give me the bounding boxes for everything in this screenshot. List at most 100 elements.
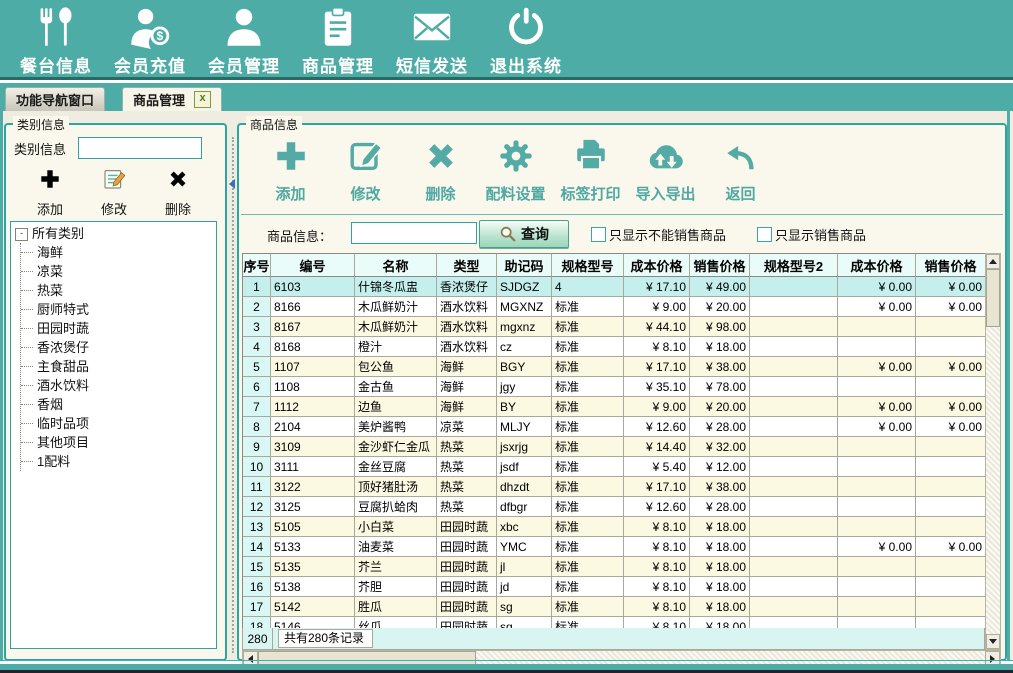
tree-item-category[interactable]: 酒水饮料 — [21, 376, 216, 395]
category-input-label: 类别信息 — [14, 139, 78, 158]
scroll-up-button[interactable] — [986, 254, 1000, 269]
product-search-input[interactable] — [351, 222, 477, 244]
table-cell: MLJY — [497, 417, 552, 437]
table-row[interactable]: 28166木瓜鲜奶汁酒水饮料MGXNZ标准¥ 9.00¥ 20.00¥ 0.00… — [243, 297, 986, 317]
table-cell: xbc — [497, 517, 552, 537]
tab-product-management[interactable]: 商品管理 x — [122, 87, 222, 111]
checkbox-sellable-label: 只显示销售商品 — [775, 225, 866, 244]
table-row[interactable]: 71112边鱼海鲜BY标准¥ 9.00¥ 20.00¥ 0.00¥ 0.00 — [243, 397, 986, 417]
table-cell: ¥ 12.60 — [624, 417, 690, 437]
table-cell — [750, 317, 838, 337]
table-row[interactable]: 82104美炉酱鸭凉菜MLJY标准¥ 12.60¥ 28.00¥ 0.00¥ 0… — [243, 417, 986, 437]
table-cell — [750, 497, 838, 517]
table-row[interactable]: 135105小白菜田园时蔬xbc标准¥ 8.10¥ 18.00 — [243, 517, 986, 537]
tree-item-category[interactable]: 香烟 — [21, 395, 216, 414]
tab-close-icon[interactable]: x — [194, 91, 211, 108]
column-header[interactable]: 编号 — [271, 253, 355, 277]
table-cell: 12 — [243, 497, 271, 517]
table-cell: 标准 — [552, 557, 624, 577]
table-row[interactable]: 175142胜瓜田园时蔬sg标准¥ 8.10¥ 18.00 — [243, 597, 986, 617]
column-header[interactable]: 销售价格 — [690, 253, 750, 277]
app-button-member-recharge[interactable]: $会员充值 — [106, 0, 194, 76]
tree-item-category[interactable]: 田园时蔬 — [21, 319, 216, 338]
product-button-delete[interactable]: 删除 — [403, 133, 478, 211]
table-row[interactable]: 48168橙汁酒水饮料cz标准¥ 8.10¥ 18.00 — [243, 337, 986, 357]
table-cell: ¥ 35.10 — [624, 377, 690, 397]
table-row[interactable]: 123125豆腐扒蛤肉热菜dfbgr标准¥ 12.60¥ 28.00 — [243, 497, 986, 517]
app-button-envelope[interactable]: 短信发送 — [388, 0, 476, 76]
column-header[interactable]: 助记码 — [497, 253, 552, 277]
tree-item-category[interactable]: 热菜 — [21, 281, 216, 300]
table-row[interactable]: 38167木瓜鲜奶汁酒水饮料mgxnz标准¥ 44.10¥ 98.00 — [243, 317, 986, 337]
table-row[interactable]: 16103什锦冬瓜盅香浓煲仔SJDGZ4¥ 17.10¥ 49.00¥ 0.00… — [243, 277, 986, 297]
product-button-import-export[interactable]: 导入导出 — [628, 133, 703, 211]
scroll-down-button[interactable] — [986, 634, 1000, 649]
product-button-gear[interactable]: 配料设置 — [478, 133, 553, 211]
table-row[interactable]: 155135芥兰田园时蔬jl标准¥ 8.10¥ 18.00 — [243, 557, 986, 577]
column-header[interactable]: 序号 — [243, 253, 271, 277]
tab-strip: 功能导航窗口 商品管理 x — [0, 83, 1013, 111]
table-cell: 金沙虾仁金瓜 — [355, 437, 437, 457]
column-header[interactable]: 类型 — [437, 253, 497, 277]
tree-item-category[interactable]: 海鲜 — [21, 243, 216, 262]
table-row[interactable]: 145133油麦菜田园时蔬YMC标准¥ 8.10¥ 18.00¥ 0.00¥ 0… — [243, 537, 986, 557]
table-grid: 序号编号名称类型助记码规格型号成本价格销售价格规格型号2成本价格销售价格 161… — [242, 253, 986, 628]
table-cell: ¥ 0.00 — [838, 397, 916, 417]
app-button-clipboard[interactable]: 商品管理 — [294, 0, 382, 76]
app-button-member[interactable]: 会员管理 — [200, 0, 288, 76]
table-cell — [838, 337, 916, 357]
collapse-panel-arrow-icon[interactable] — [229, 179, 235, 189]
column-header[interactable]: 规格型号 — [552, 253, 624, 277]
table-cell: 什锦冬瓜盅 — [355, 277, 437, 297]
table-cell: ¥ 8.10 — [624, 617, 690, 628]
product-button-edit[interactable]: 修改 — [328, 133, 403, 211]
toolbar-separator — [241, 214, 1003, 215]
checkbox-unsellable[interactable] — [591, 227, 606, 242]
tab-label: 功能导航窗口 — [16, 90, 94, 109]
query-button[interactable]: 查询 — [479, 220, 569, 248]
product-button-printer[interactable]: 标签打印 — [553, 133, 628, 211]
table-row[interactable]: 113122顶好猪肚汤热菜dhzdt标准¥ 17.10¥ 38.00 — [243, 477, 986, 497]
tree-item-category[interactable]: 其他项目 — [21, 433, 216, 452]
table-row[interactable]: 61108金古鱼海鲜jgy标准¥ 35.10¥ 78.00 — [243, 377, 986, 397]
category-button-add[interactable]: 添加 — [24, 167, 76, 218]
button-label: 修改 — [101, 199, 127, 218]
column-header[interactable]: 销售价格 — [916, 253, 986, 277]
category-button-edit-note[interactable]: 修改 — [88, 167, 140, 218]
product-button-return[interactable]: 返回 — [703, 133, 778, 211]
table-row[interactable]: 185146丝瓜田园时蔬sg标准¥ 8.10¥ 18.00 — [243, 617, 986, 628]
tree-item-category[interactable]: 香浓煲仔 — [21, 338, 216, 357]
column-header[interactable]: 成本价格 — [838, 253, 916, 277]
table-row[interactable]: 51107包公鱼海鲜BGY标准¥ 17.10¥ 38.00¥ 0.00¥ 0.0… — [243, 357, 986, 377]
app-toolbar: 餐台信息$会员充值会员管理商品管理短信发送退出系统 — [0, 0, 1013, 80]
tree-item-category[interactable]: 凉菜 — [21, 262, 216, 281]
tree-item-category[interactable]: 主食甜品 — [21, 357, 216, 376]
table-cell: 金古鱼 — [355, 377, 437, 397]
category-button-delete[interactable]: 删除 — [152, 167, 204, 218]
table-cell: ¥ 12.00 — [690, 457, 750, 477]
table-row[interactable]: 165138芥胆田园时蔬jd标准¥ 8.10¥ 18.00 — [243, 577, 986, 597]
column-header[interactable]: 名称 — [355, 253, 437, 277]
tree-item-category[interactable]: 厨师特式 — [21, 300, 216, 319]
delete-icon — [166, 167, 190, 196]
vertical-scrollbar[interactable] — [985, 253, 1001, 650]
table-cell — [838, 377, 916, 397]
vertical-scroll-thumb[interactable] — [986, 269, 1000, 327]
app-button-utensils[interactable]: 餐台信息 — [12, 0, 100, 76]
panel-splitter[interactable] — [229, 123, 236, 657]
column-header[interactable]: 成本价格 — [624, 253, 690, 277]
checkbox-sellable[interactable] — [757, 227, 772, 242]
table-cell: ¥ 18.00 — [690, 577, 750, 597]
tree-item-category[interactable]: 1配料 — [21, 452, 216, 471]
tree-root-all-categories[interactable]: - 所有类别 — [15, 225, 216, 243]
table-row[interactable]: 103111金丝豆腐热菜jsdf标准¥ 5.40¥ 12.00 — [243, 457, 986, 477]
tree-item-category[interactable]: 临时品项 — [21, 414, 216, 433]
tab-function-navigation[interactable]: 功能导航窗口 — [5, 87, 105, 111]
tree-collapse-icon[interactable]: - — [15, 228, 28, 241]
app-button-power[interactable]: 退出系统 — [482, 0, 570, 76]
table-row[interactable]: 93109金沙虾仁金瓜热菜jsxrjg标准¥ 14.40¥ 32.00 — [243, 437, 986, 457]
column-header[interactable]: 规格型号2 — [750, 253, 838, 277]
table-cell: 香浓煲仔 — [437, 277, 497, 297]
category-input[interactable] — [78, 137, 202, 159]
product-button-add[interactable]: 添加 — [253, 133, 328, 211]
